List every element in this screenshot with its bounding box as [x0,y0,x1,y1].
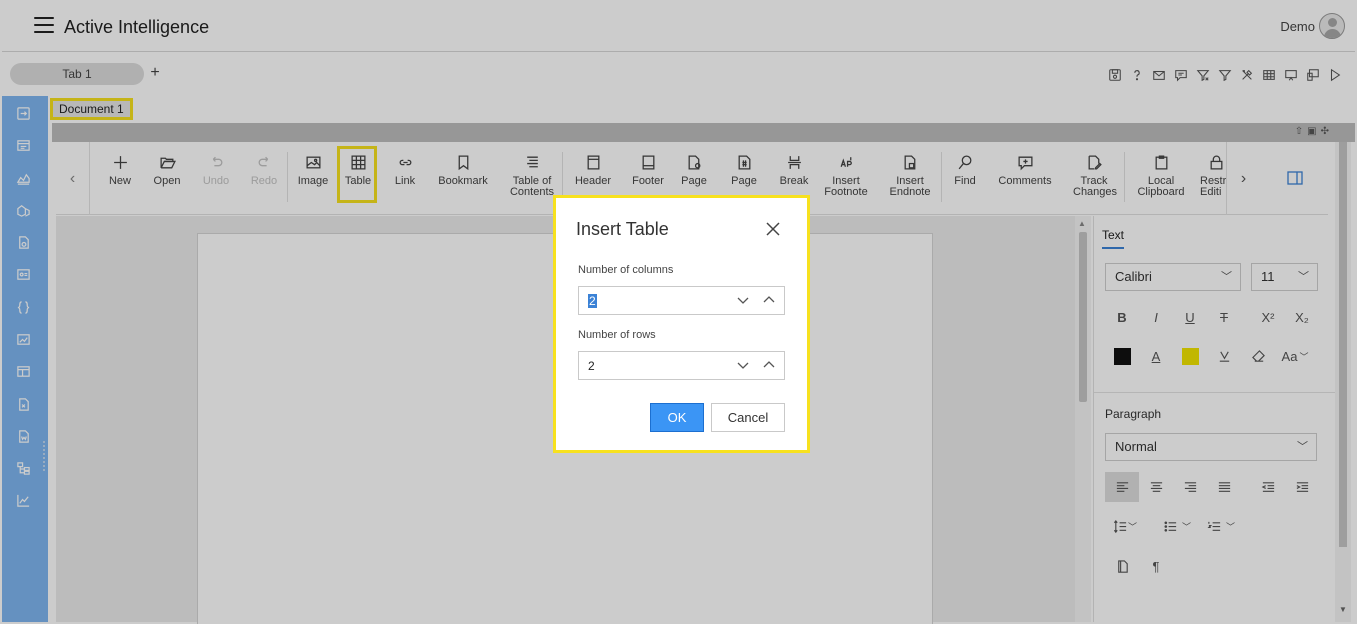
ok-button[interactable]: OK [650,403,704,432]
columns-input[interactable]: 2 [588,294,597,308]
cancel-button[interactable]: Cancel [711,403,785,432]
chevron-down-icon[interactable] [736,358,750,372]
chevron-up-icon[interactable] [762,358,776,372]
chevron-down-icon[interactable] [736,293,750,307]
rows-label: Number of rows [578,329,656,341]
rows-input[interactable]: 2 [588,359,595,373]
chevron-up-icon[interactable] [762,293,776,307]
columns-stepper[interactable]: 2 [578,286,785,315]
columns-label: Number of columns [578,264,674,276]
insert-table-dialog: Insert Table Number of columns 2 Number … [553,195,810,453]
close-icon[interactable] [764,220,782,238]
dialog-title: Insert Table [576,219,669,239]
rows-stepper[interactable]: 2 [578,351,785,380]
